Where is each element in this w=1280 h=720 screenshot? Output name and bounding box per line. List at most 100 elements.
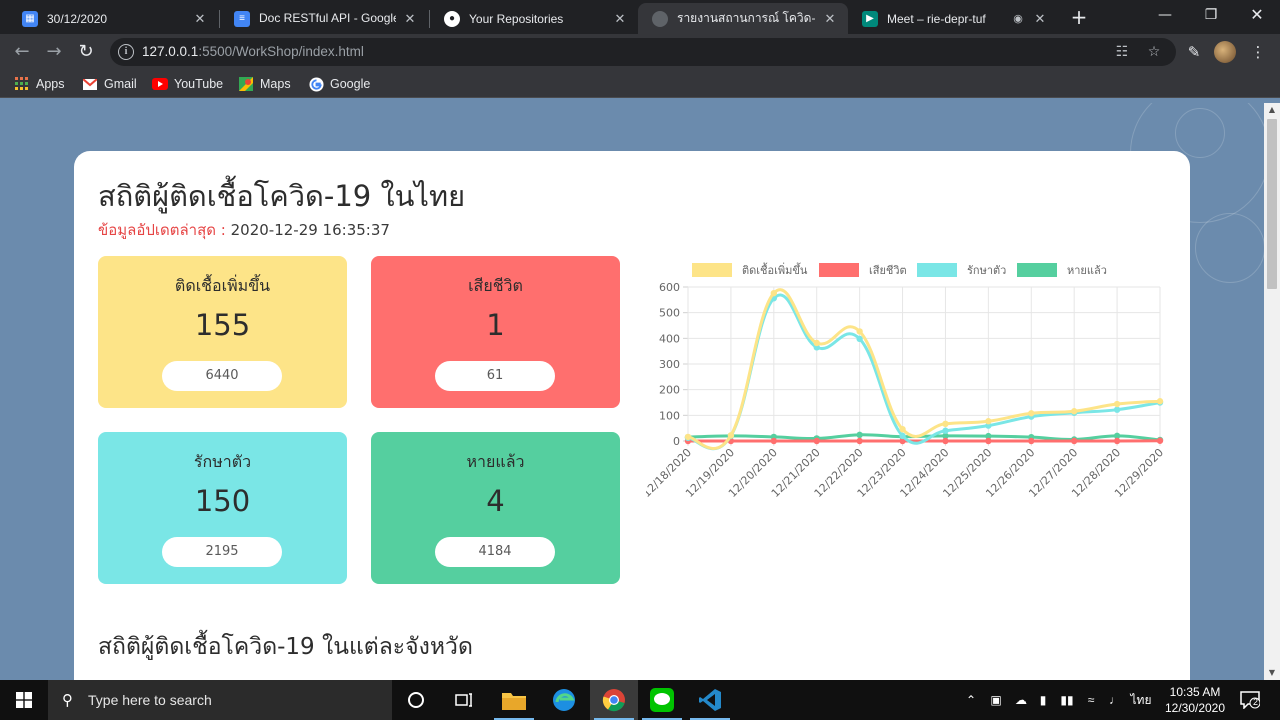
address-bar[interactable]: i 127.0.0.1:5500/WorkShop/index.html ☷ ☆ bbox=[110, 38, 1176, 66]
legend-label: รักษาตัว bbox=[967, 264, 1006, 277]
search-placeholder: Type here to search bbox=[88, 692, 212, 708]
site-info-icon[interactable]: i bbox=[118, 44, 134, 60]
minimize-icon[interactable]: — bbox=[1142, 0, 1188, 30]
language-indicator[interactable]: ไทย bbox=[1128, 680, 1154, 720]
task-view-icon[interactable] bbox=[440, 680, 488, 720]
daily-trend-chart: 0 100 200 300 400 500 600 12/18/2020 12/19/2020 1… bbox=[640, 253, 1166, 513]
tab-title: 30/12/2020 bbox=[47, 11, 108, 26]
bookmark-gmail[interactable]: Gmail bbox=[82, 75, 137, 93]
legend-label: เสียชีวิต bbox=[869, 264, 907, 277]
new-tab-icon[interactable]: + bbox=[1068, 6, 1090, 28]
menu-icon[interactable]: ⋮ bbox=[1248, 42, 1268, 62]
close-tab-icon[interactable]: ✕ bbox=[612, 11, 628, 27]
taskbar-clock[interactable]: 10:35 AM 12/30/2020 bbox=[1160, 684, 1230, 716]
cortana-icon[interactable] bbox=[392, 680, 440, 720]
notification-count: 2 bbox=[1253, 697, 1259, 707]
bookmarks-bar: Apps Gmail YouTube Maps Google bbox=[0, 70, 1280, 98]
edge-icon[interactable] bbox=[540, 680, 588, 720]
battery-icon[interactable]: ▮▮ bbox=[1056, 680, 1078, 720]
scroll-down-icon[interactable]: ▼ bbox=[1264, 666, 1280, 680]
series-line bbox=[687, 288, 1161, 450]
legend-swatch bbox=[1017, 263, 1057, 277]
search-icon: ⚲ bbox=[62, 691, 73, 709]
url-text[interactable]: 127.0.0.1:5500/WorkShop/index.html bbox=[142, 44, 364, 59]
vscode-icon[interactable] bbox=[686, 680, 734, 720]
close-tab-icon[interactable]: ✕ bbox=[1032, 11, 1048, 27]
line-app-icon[interactable] bbox=[638, 680, 686, 720]
close-tab-icon[interactable]: ✕ bbox=[822, 11, 838, 27]
stat-label: เสียชีวิต bbox=[468, 276, 523, 295]
stat-value: 150 bbox=[194, 484, 251, 518]
bookmark-google[interactable]: Google bbox=[308, 75, 370, 93]
forward-icon[interactable]: → bbox=[42, 40, 66, 64]
google-icon bbox=[308, 76, 324, 92]
tab-github[interactable]: ● Your Repositories ✕ bbox=[430, 3, 638, 34]
last-updated: ข้อมูลอัปเดตล่าสุด : 2020-12-29 16:35:37 bbox=[98, 218, 390, 242]
data-point bbox=[813, 437, 820, 445]
scroll-up-icon[interactable]: ▲ bbox=[1264, 103, 1280, 117]
data-point bbox=[813, 339, 820, 347]
series-line bbox=[687, 293, 1161, 451]
meet-present-icon[interactable]: ▣ bbox=[986, 680, 1006, 720]
tray-overflow-icon[interactable]: ⌃ bbox=[962, 680, 980, 720]
close-tab-icon[interactable]: ✕ bbox=[402, 11, 418, 27]
onedrive-icon[interactable]: ☁ bbox=[1010, 680, 1032, 720]
maps-icon bbox=[238, 76, 254, 92]
window-close-icon[interactable]: ✕ bbox=[1234, 0, 1280, 30]
clock-time: 10:35 AM bbox=[1169, 685, 1221, 699]
taskbar-search-box[interactable]: ⚲ Type here to search bbox=[48, 680, 392, 720]
microphone-icon[interactable]: ▮ bbox=[1034, 680, 1052, 720]
y-tick-label: 100 bbox=[659, 409, 680, 422]
tab-title: Doc RESTful API - Google เอกสาร bbox=[259, 11, 396, 25]
translate-icon[interactable]: ☷ bbox=[1113, 43, 1131, 61]
tab-title: Your Repositories bbox=[469, 11, 564, 26]
y-tick-label: 600 bbox=[659, 281, 680, 294]
back-icon[interactable]: ← bbox=[10, 40, 34, 64]
province-section-title: สถิติผู้ติดเชื้อโควิด-19 ในแต่ละจังหวัด bbox=[98, 634, 473, 660]
apps-grid-icon bbox=[14, 76, 30, 92]
data-point bbox=[856, 431, 863, 439]
github-icon: ● bbox=[444, 10, 460, 27]
chrome-icon[interactable] bbox=[590, 680, 638, 720]
bookmark-maps[interactable]: Maps bbox=[238, 75, 291, 93]
file-explorer-icon[interactable] bbox=[490, 680, 538, 720]
browser-toolbar: ← → ↻ i 127.0.0.1:5500/WorkShop/index.ht… bbox=[0, 34, 1280, 70]
legend-label: หายแล้ว bbox=[1067, 264, 1107, 277]
windows-start-icon[interactable] bbox=[0, 680, 48, 720]
data-point bbox=[770, 437, 778, 445]
data-point bbox=[1070, 437, 1078, 445]
data-point bbox=[1113, 437, 1121, 445]
y-tick-label: 200 bbox=[659, 384, 680, 397]
data-point bbox=[856, 335, 863, 343]
dashboard-card: สถิติผู้ติดเชื้อโควิด-19 ในไทย ข้อมูลอัป… bbox=[74, 151, 1190, 680]
bookmark-apps[interactable]: Apps bbox=[14, 75, 65, 93]
virus-decoration bbox=[1175, 108, 1225, 158]
youtube-icon bbox=[152, 76, 168, 92]
profile-avatar[interactable] bbox=[1214, 41, 1236, 63]
url-host: 127.0.0.1 bbox=[142, 44, 199, 59]
bookmark-youtube[interactable]: YouTube bbox=[152, 75, 223, 93]
extensions-icon[interactable]: ✎ bbox=[1184, 42, 1204, 62]
reload-icon[interactable]: ↻ bbox=[74, 40, 98, 64]
bookmark-label: Google bbox=[330, 77, 371, 91]
scrollbar-thumb[interactable] bbox=[1267, 119, 1277, 289]
stat-card-recovered: หายแล้ว 4 4184 bbox=[371, 432, 620, 584]
calendar-icon: ▦ bbox=[22, 10, 38, 27]
wifi-icon[interactable]: ≈ bbox=[1080, 680, 1102, 720]
meet-icon: ▶ bbox=[862, 10, 878, 27]
tab-covid-report[interactable]: รายงานสถานการณ์ โควิด-19 ✕ bbox=[638, 3, 848, 34]
data-point bbox=[856, 328, 863, 335]
restore-icon[interactable]: ❐ bbox=[1188, 0, 1234, 30]
recording-icon: ◉ bbox=[1013, 13, 1023, 25]
tab-meet[interactable]: ▶ Meet – rie-depr-tuf ◉ ✕ bbox=[848, 3, 1058, 34]
volume-icon[interactable]: ♩ bbox=[1104, 680, 1126, 720]
page-scrollbar[interactable]: ▲ ▼ bbox=[1264, 103, 1280, 680]
tab-calendar[interactable]: ▦ 30/12/2020 ✕ bbox=[8, 3, 218, 34]
action-center-icon[interactable]: 2 bbox=[1236, 680, 1264, 720]
tab-google-doc[interactable]: ≡ Doc RESTful API - Google เอกสาร ✕ bbox=[220, 3, 428, 34]
bookmark-star-icon[interactable]: ☆ bbox=[1145, 43, 1163, 61]
data-point bbox=[727, 432, 735, 439]
close-tab-icon[interactable]: ✕ bbox=[192, 11, 208, 27]
tab-title: รายงานสถานการณ์ โควิด-19 bbox=[677, 11, 816, 25]
data-point bbox=[942, 437, 949, 445]
